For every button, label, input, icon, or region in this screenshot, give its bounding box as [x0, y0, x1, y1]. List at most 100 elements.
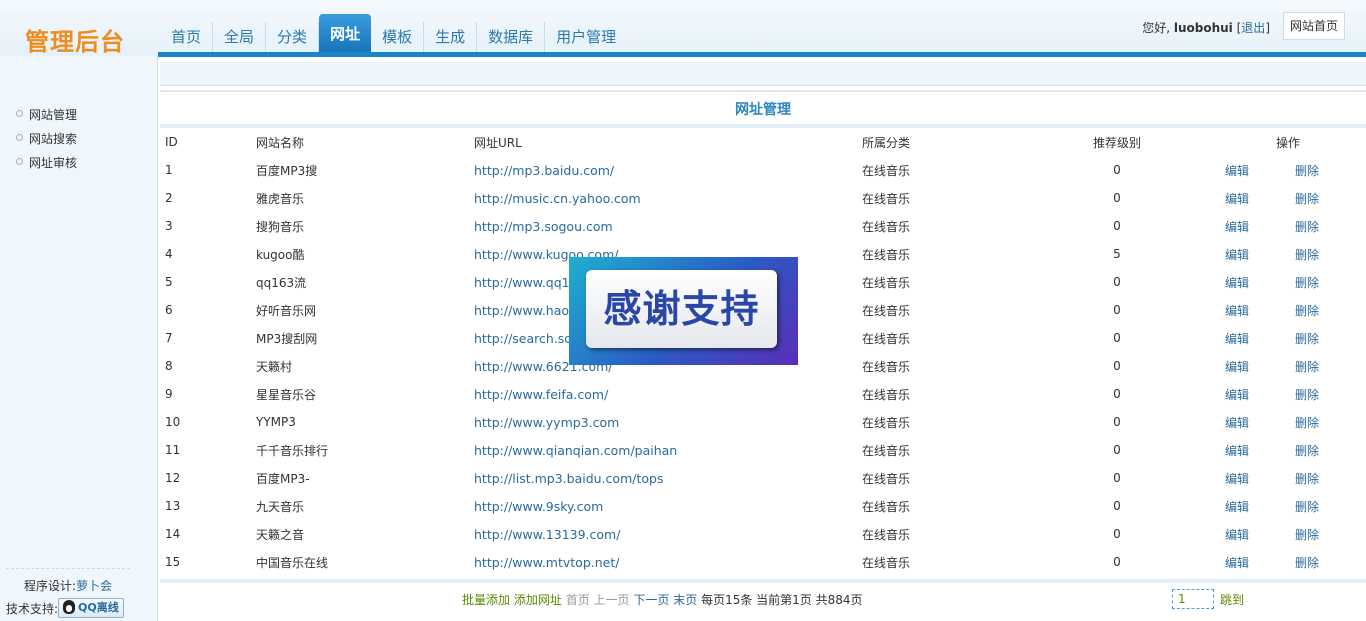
url-link[interactable]: http://www.feifa.com/ [474, 387, 608, 402]
edit-link[interactable]: 编辑 [1225, 388, 1249, 402]
delete-link[interactable]: 删除 [1295, 388, 1319, 402]
credit-author-link[interactable]: 萝卜会 [76, 579, 112, 593]
main-nav: 首页 全局 分类 网址 模板 生成 数据库 用户管理 [160, 14, 627, 54]
prev-page: 上一页 [593, 593, 630, 607]
table-header-row: ID 网站名称 网址URL 所属分类 推荐级别 操作 [160, 128, 1366, 156]
logout-link[interactable]: 退出 [1241, 21, 1265, 35]
nav-tab[interactable]: 生成 [424, 22, 478, 54]
pager: 批量添加 添加网址 首页 上一页 下一页 末页 每页15条 当前第1页 共884… [462, 591, 863, 608]
delete-link[interactable]: 删除 [1295, 556, 1319, 570]
cell-edit: 编辑 [1210, 296, 1264, 324]
next-page-link[interactable]: 下一页 [633, 593, 669, 607]
url-link[interactable]: http://www.mtvtop.net/ [474, 555, 619, 570]
edit-link[interactable]: 编辑 [1225, 444, 1249, 458]
table-row: 12 百度MP3- http://list.mp3.baidu.com/tops 在线… [160, 464, 1366, 492]
edit-link[interactable]: 编辑 [1225, 332, 1249, 346]
nav-tab[interactable]: 分类 [266, 22, 320, 54]
cell-level: 0 [1113, 471, 1121, 485]
edit-link[interactable]: 编辑 [1225, 276, 1249, 290]
delete-link[interactable]: 删除 [1295, 276, 1319, 290]
edit-link[interactable]: 编辑 [1225, 164, 1249, 178]
header: 管理后台 首页 全局 分类 网址 模板 生成 数据库 用户管理 您好, luobohui [退… [0, 0, 1366, 56]
cell-id: 5 [165, 275, 173, 289]
qq-status-button[interactable]: QQ离线 [58, 598, 124, 618]
sidebar-item-label: 网站搜索 [29, 132, 78, 146]
col-level: 推荐级别 [1092, 135, 1141, 150]
cell-url: http://mp3.sogou.com [474, 212, 862, 240]
edit-link[interactable]: 编辑 [1225, 360, 1249, 374]
cell-level: 0 [1113, 555, 1121, 569]
cell-id: 15 [165, 555, 181, 569]
delete-link[interactable]: 删除 [1295, 332, 1319, 346]
nav-tab[interactable]: 数据库 [477, 22, 546, 54]
edit-link[interactable]: 编辑 [1225, 192, 1249, 206]
delete-link[interactable]: 删除 [1295, 444, 1319, 458]
cell-name: 搜狗音乐 [256, 219, 305, 234]
delete-link[interactable]: 删除 [1295, 472, 1319, 486]
nav-tab[interactable]: 网址 [319, 14, 372, 54]
edit-link[interactable]: 编辑 [1225, 556, 1249, 570]
delete-link[interactable]: 删除 [1295, 304, 1319, 318]
url-link[interactable]: http://www.13139.com/ [474, 527, 620, 542]
cell-level: 0 [1113, 499, 1121, 513]
page-jump-button[interactable]: 跳到 [1220, 591, 1244, 608]
edit-link[interactable]: 编辑 [1225, 472, 1249, 486]
edit-link[interactable]: 编辑 [1225, 220, 1249, 234]
cell-edit: 编辑 [1210, 156, 1264, 184]
url-link[interactable]: http://www.qianqian.com/paihan [474, 443, 677, 458]
app-logo: 管理后台 [25, 28, 125, 56]
nav-tab[interactable]: 全局 [213, 22, 267, 54]
cell-category: 在线音乐 [862, 443, 911, 458]
url-link[interactable]: http://www.9sky.com [474, 499, 603, 514]
delete-link[interactable]: 删除 [1295, 500, 1319, 514]
delete-link[interactable]: 删除 [1295, 220, 1319, 234]
edit-link[interactable]: 编辑 [1225, 500, 1249, 514]
url-link[interactable]: http://www.yymp3.com [474, 415, 619, 430]
cell-level: 0 [1113, 359, 1121, 373]
edit-link[interactable]: 编辑 [1225, 416, 1249, 430]
cell-edit: 编辑 [1210, 436, 1264, 464]
cell-level: 0 [1113, 331, 1121, 345]
last-page-link[interactable]: 末页 [673, 593, 697, 607]
support-label: 技术支持: [6, 601, 59, 616]
delete-link[interactable]: 删除 [1295, 164, 1319, 178]
site-home-button[interactable]: 网站首页 [1282, 12, 1345, 40]
cell-edit: 编辑 [1210, 464, 1264, 492]
url-link[interactable]: http://music.cn.yahoo.com [474, 191, 641, 206]
url-link[interactable]: http://mp3.sogou.com [474, 219, 613, 234]
edit-link[interactable]: 编辑 [1225, 304, 1249, 318]
edit-link[interactable]: 编辑 [1225, 528, 1249, 542]
cell-delete: 删除 [1264, 380, 1366, 408]
nav-tab[interactable]: 用户管理 [545, 22, 627, 54]
delete-link[interactable]: 删除 [1295, 360, 1319, 374]
url-link[interactable]: http://list.mp3.baidu.com/tops [474, 471, 663, 486]
sidebar-item[interactable]: 网址审核 [16, 154, 77, 178]
cell-category: 在线音乐 [862, 499, 911, 514]
delete-link[interactable]: 删除 [1295, 416, 1319, 430]
add-url-link[interactable]: 添加网址 [514, 593, 562, 607]
user-area: 您好, luobohui [退出] [1142, 19, 1270, 36]
cell-category: 在线音乐 [862, 163, 911, 178]
username: luobohui [1173, 21, 1233, 35]
edit-link[interactable]: 编辑 [1225, 248, 1249, 262]
sidebar: 网站管理 网站搜索 网址审核 程序设计:萝卜会 技术支持: QQ离线 [0, 56, 158, 621]
cell-level: 0 [1113, 415, 1121, 429]
cell-delete: 删除 [1264, 184, 1366, 212]
delete-link[interactable]: 删除 [1295, 192, 1319, 206]
bullet-icon [16, 110, 23, 117]
col-ops: 操作 [1275, 135, 1300, 150]
table-row: 14 天籁之音 http://www.13139.com/在线音乐 0 编辑 删除 [160, 520, 1366, 548]
sidebar-item[interactable]: 网站搜索 [16, 130, 77, 154]
delete-link[interactable]: 删除 [1295, 248, 1319, 262]
sidebar-item[interactable]: 网站管理 [16, 106, 77, 130]
bracket-close: ] [1265, 21, 1270, 35]
page-jump-input[interactable]: 1 [1172, 589, 1214, 609]
batch-add-link[interactable]: 批量添加 [462, 593, 510, 607]
url-link[interactable]: http://mp3.baidu.com/ [474, 163, 614, 178]
cell-id: 1 [165, 163, 173, 177]
cell-level: 0 [1113, 191, 1121, 205]
nav-tab[interactable]: 首页 [160, 22, 214, 54]
nav-tab[interactable]: 模板 [371, 22, 425, 54]
cell-category: 在线音乐 [862, 219, 911, 234]
delete-link[interactable]: 删除 [1295, 528, 1319, 542]
